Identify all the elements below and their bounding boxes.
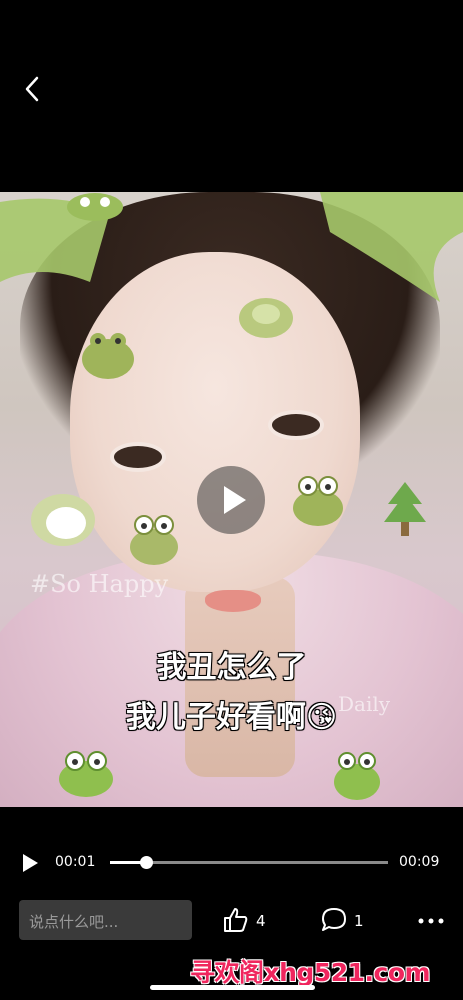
frog-sticker-center: [130, 515, 178, 565]
site-watermark: 寻欢阁xhg521.com: [190, 958, 431, 987]
home-indicator[interactable]: [150, 985, 315, 990]
frog-sticker-bottom-left: [59, 751, 113, 797]
speech-bubble-icon: [322, 908, 346, 931]
comment-count: 1: [354, 912, 364, 930]
frog-sticker: [82, 333, 134, 379]
kiss-emoji-icon: 😘: [305, 700, 338, 735]
video-frame[interactable]: #So Happy Daily 我丑怎么了 我儿子好看啊😘: [0, 192, 463, 807]
chevron-left-icon: [25, 76, 39, 102]
video-mouth: [205, 590, 261, 612]
back-button[interactable]: [18, 74, 48, 104]
play-small-icon: [23, 854, 38, 872]
video-caption-line2-text: 我儿子好看啊: [125, 700, 306, 735]
play-button[interactable]: [18, 851, 42, 875]
player-controls: 00:01 00:09: [0, 845, 463, 879]
video-eye-left: [110, 442, 166, 472]
thumbs-up-icon: [224, 908, 248, 932]
leaf-headband-sticker: [0, 192, 463, 302]
comment-placeholder: 说点什么吧...: [29, 913, 119, 931]
play-icon: [224, 486, 246, 514]
like-button[interactable]: 4: [222, 906, 272, 936]
center-play-button[interactable]: [197, 466, 265, 534]
more-button[interactable]: [416, 906, 446, 936]
comment-button[interactable]: 1: [320, 906, 370, 936]
current-time: 00:01: [55, 854, 96, 870]
cake-sticker: [239, 298, 293, 338]
more-dots-icon: [418, 918, 444, 924]
like-count: 4: [256, 912, 266, 930]
frog-sticker-right: [293, 476, 343, 526]
video-eye-right: [268, 410, 324, 440]
total-time: 00:09: [399, 854, 440, 870]
video-caption-line2: 我儿子好看啊😘: [0, 692, 463, 736]
progress-slider[interactable]: [110, 856, 388, 869]
tree-sticker: [384, 482, 426, 536]
dog-sticker: [31, 494, 95, 546]
comment-input[interactable]: 说点什么吧...: [19, 900, 192, 940]
progress-thumb[interactable]: [140, 856, 154, 869]
frog-sticker-bottom-right: [334, 752, 380, 800]
overlay-text-so-happy: #So Happy: [30, 570, 169, 598]
video-caption-line1: 我丑怎么了: [156, 650, 307, 685]
